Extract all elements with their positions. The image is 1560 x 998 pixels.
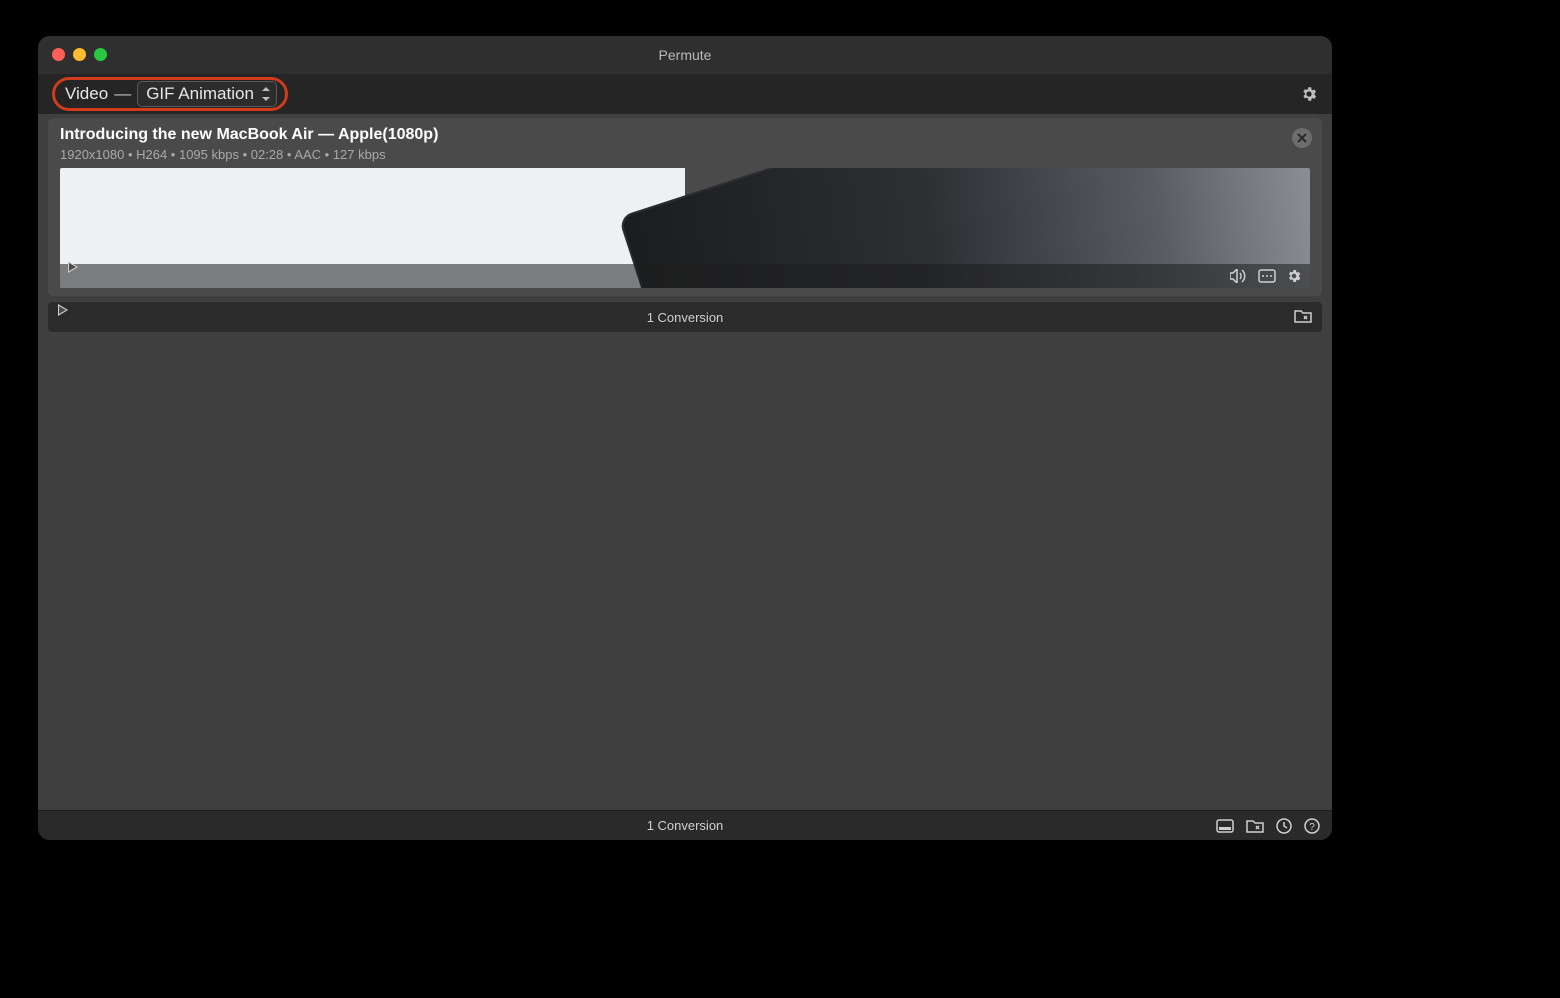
start-all-button[interactable] — [58, 310, 68, 325]
help-icon: ? — [1304, 818, 1320, 834]
item-subtitle-button[interactable] — [1258, 269, 1276, 283]
status-help-button[interactable]: ? — [1304, 818, 1320, 834]
status-folder-button[interactable] — [1246, 818, 1264, 834]
speaker-icon — [1230, 269, 1248, 283]
subtitle-icon — [1258, 269, 1276, 283]
item-action-icons — [1230, 268, 1302, 284]
format-preset-value: GIF Animation — [146, 84, 254, 104]
folder-export-icon — [1246, 818, 1264, 834]
folder-export-icon — [1294, 308, 1312, 324]
presets-icon — [1216, 819, 1234, 833]
conversion-item: Introducing the new MacBook Air — Apple(… — [48, 118, 1322, 296]
format-separator: — — [114, 84, 131, 104]
svg-text:?: ? — [1309, 822, 1315, 833]
title-bar: Permute — [38, 36, 1332, 74]
format-toolbar: Video — GIF Animation — [38, 74, 1332, 114]
status-presets-button[interactable] — [1216, 818, 1234, 834]
format-preset-dropdown[interactable]: GIF Animation — [137, 81, 277, 107]
play-icon — [68, 261, 78, 288]
zoom-window-button[interactable] — [94, 48, 107, 61]
gear-icon — [1286, 268, 1302, 284]
conversion-count-label: 1 Conversion — [647, 310, 724, 325]
window-title: Permute — [38, 47, 1332, 63]
traffic-lights — [52, 48, 107, 61]
thumbnail-overlay — [60, 264, 1310, 288]
format-type-label: Video — [65, 84, 108, 104]
app-window: Permute Video — GIF Animation Introducin… — [38, 36, 1332, 840]
gear-icon — [1300, 85, 1318, 103]
content-area: Introducing the new MacBook Air — Apple(… — [38, 114, 1332, 810]
play-icon — [58, 304, 68, 331]
toolbar-settings-button[interactable] — [1300, 85, 1318, 103]
video-thumbnail[interactable] — [60, 168, 1310, 288]
close-window-button[interactable] — [52, 48, 65, 61]
status-label: 1 Conversion — [647, 818, 724, 833]
item-meta: 1920x1080 • H264 • 1095 kbps • 02:28 • A… — [60, 147, 1278, 162]
clock-icon — [1276, 818, 1292, 834]
item-audio-button[interactable] — [1230, 269, 1248, 283]
status-bar: 1 Conversion ? — [38, 810, 1332, 840]
close-icon — [1297, 133, 1307, 143]
output-folder-button[interactable] — [1294, 308, 1312, 327]
item-title: Introducing the new MacBook Air — Apple(… — [60, 126, 1278, 144]
minimize-window-button[interactable] — [73, 48, 86, 61]
status-icons: ? — [1216, 818, 1320, 834]
item-play-button[interactable] — [68, 267, 78, 285]
remove-item-button[interactable] — [1292, 128, 1312, 148]
format-selector-highlight: Video — GIF Animation — [52, 77, 288, 111]
conversion-bar: 1 Conversion — [48, 302, 1322, 332]
item-header: Introducing the new MacBook Air — Apple(… — [48, 118, 1322, 168]
status-history-button[interactable] — [1276, 818, 1292, 834]
chevron-up-down-icon — [262, 87, 271, 101]
item-settings-button[interactable] — [1286, 268, 1302, 284]
